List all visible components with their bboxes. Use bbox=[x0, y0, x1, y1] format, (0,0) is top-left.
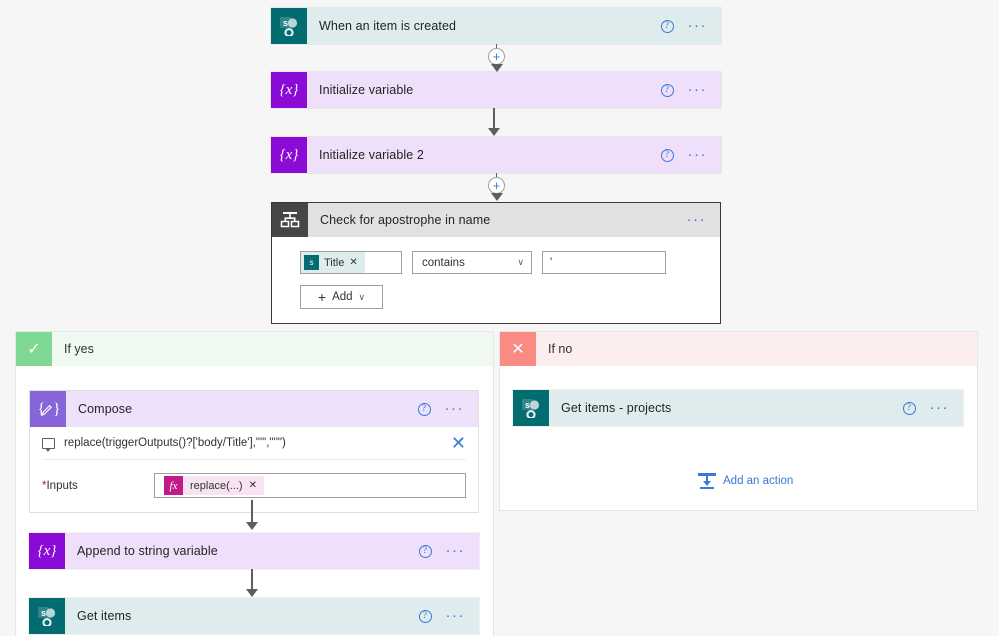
branch-header-if-no: ✕ If no bbox=[500, 332, 977, 366]
card-title: Initialize variable 2 bbox=[319, 148, 424, 162]
token-label: Title bbox=[324, 256, 345, 269]
add-action-label: Add an action bbox=[723, 475, 794, 487]
more-options-icon[interactable]: ··· bbox=[445, 401, 465, 416]
help-icon[interactable]: ? bbox=[660, 148, 674, 162]
inputs-field[interactable]: fx replace(...) ✕ bbox=[154, 473, 466, 498]
fx-icon: fx bbox=[164, 476, 183, 495]
remove-token-icon[interactable]: ✕ bbox=[349, 257, 357, 268]
token-label: replace(...) bbox=[190, 479, 243, 492]
card-title: Append to string variable bbox=[77, 544, 218, 558]
card-actions: ? ··· bbox=[418, 533, 480, 569]
sharepoint-icon: s bbox=[304, 255, 319, 270]
condition-value-text: ' bbox=[550, 256, 553, 269]
more-options-icon[interactable]: ··· bbox=[688, 82, 708, 97]
sharepoint-icon: s bbox=[513, 390, 549, 426]
variable-icon: {x} bbox=[271, 137, 307, 173]
chevron-down-icon: ∨ bbox=[358, 291, 366, 302]
operator-value: contains bbox=[422, 256, 465, 269]
inputs-label-text: Inputs bbox=[46, 479, 78, 492]
card-actions: ? ··· bbox=[660, 8, 722, 44]
formula-preview-row: replace(triggerOutputs()?['body/Title'],… bbox=[42, 427, 466, 460]
add-button-label: Add bbox=[332, 291, 353, 303]
connector-trigger-to-init-variable: + bbox=[488, 44, 505, 72]
card-title: Get items bbox=[77, 609, 132, 623]
condition-value-input[interactable]: ' bbox=[542, 251, 666, 274]
card-title: When an item is created bbox=[319, 19, 457, 33]
svg-text:s: s bbox=[525, 400, 530, 410]
dynamic-content-token[interactable]: s Title ✕ bbox=[301, 252, 365, 273]
connector-init-variable-to-init-variable-2 bbox=[488, 108, 500, 136]
flow-card-trigger[interactable]: s When an item is created ? ··· bbox=[271, 8, 721, 44]
flow-card-append-to-string-variable[interactable]: {x} Append to string variable ? ··· bbox=[29, 533, 479, 569]
more-options-icon[interactable]: ··· bbox=[688, 147, 708, 162]
condition-header[interactable]: Check for apostrophe in name ··· bbox=[272, 203, 720, 237]
card-actions: ? ··· bbox=[902, 390, 964, 426]
inputs-row: *Inputs fx replace(...) ✕ bbox=[42, 473, 466, 498]
more-options-icon[interactable]: ··· bbox=[930, 400, 950, 415]
sharepoint-icon: s bbox=[29, 598, 65, 634]
close-icon: ✕ bbox=[500, 332, 536, 366]
condition-row: s Title ✕ contains ∨ ' bbox=[300, 251, 720, 274]
card-actions: ? ··· bbox=[418, 598, 480, 634]
help-icon[interactable]: ? bbox=[660, 83, 674, 97]
insert-step-button[interactable]: + bbox=[488, 177, 505, 194]
add-an-action-button[interactable]: Add an action bbox=[698, 473, 793, 489]
help-icon[interactable]: ? bbox=[418, 609, 432, 623]
svg-text:{: { bbox=[38, 401, 46, 418]
sharepoint-icon: s bbox=[271, 8, 307, 44]
flow-card-get-items-projects[interactable]: s Get items - projects ? ··· bbox=[513, 390, 963, 426]
compose-header[interactable]: { } Compose ? ··· bbox=[30, 391, 478, 427]
plus-icon: + bbox=[317, 289, 327, 305]
help-icon[interactable]: ? bbox=[417, 402, 431, 416]
card-title: Initialize variable bbox=[319, 83, 414, 97]
close-icon[interactable]: ✕ bbox=[451, 434, 466, 452]
svg-text:s: s bbox=[41, 608, 46, 618]
more-options-icon[interactable]: ··· bbox=[446, 608, 466, 623]
flow-card-initialize-variable[interactable]: {x} Initialize variable ? ··· bbox=[271, 72, 721, 108]
connector-init-variable-2-to-condition: + bbox=[488, 173, 505, 201]
flow-card-get-items[interactable]: s Get items ? ··· bbox=[29, 598, 479, 634]
formula-text: replace(triggerOutputs()?['body/Title'],… bbox=[64, 437, 286, 449]
branch-header-if-yes: ✓ If yes bbox=[16, 332, 493, 366]
more-options-icon[interactable]: ··· bbox=[688, 18, 708, 33]
connector-compose-to-append bbox=[246, 500, 258, 530]
chevron-down-icon: ∨ bbox=[517, 257, 524, 267]
tooltip-icon bbox=[42, 437, 55, 452]
card-actions: ··· bbox=[687, 203, 721, 237]
insert-step-button[interactable]: + bbox=[488, 48, 505, 65]
add-condition-button[interactable]: + Add ∨ bbox=[300, 285, 383, 309]
expression-token[interactable]: fx replace(...) ✕ bbox=[164, 476, 264, 495]
card-title: Compose bbox=[78, 402, 133, 416]
more-options-icon[interactable]: ··· bbox=[687, 212, 707, 227]
remove-token-icon[interactable]: ✕ bbox=[249, 480, 264, 491]
card-actions: ? ··· bbox=[660, 137, 722, 173]
svg-text:}: } bbox=[53, 401, 59, 418]
condition-icon bbox=[272, 203, 308, 237]
help-icon[interactable]: ? bbox=[660, 19, 674, 33]
variable-icon: {x} bbox=[271, 72, 307, 108]
flow-card-compose[interactable]: { } Compose ? ··· replace(triggerOutputs… bbox=[29, 390, 479, 513]
card-actions: ? ··· bbox=[417, 391, 479, 427]
help-icon[interactable]: ? bbox=[902, 401, 916, 415]
more-options-icon[interactable]: ··· bbox=[446, 543, 466, 558]
card-actions: ? ··· bbox=[660, 72, 722, 108]
inputs-label: *Inputs bbox=[42, 480, 154, 492]
condition-operand-field[interactable]: s Title ✕ bbox=[300, 251, 402, 274]
connector-append-to-get-items bbox=[246, 569, 258, 597]
checkmark-icon: ✓ bbox=[16, 332, 52, 366]
branch-label: If no bbox=[548, 342, 573, 356]
branch-label: If yes bbox=[64, 342, 94, 356]
compose-icon: { } bbox=[30, 391, 66, 427]
condition-body: s Title ✕ contains ∨ ' + Add ∨ bbox=[272, 237, 720, 323]
condition-card[interactable]: Check for apostrophe in name ··· s Title… bbox=[271, 202, 721, 324]
card-title: Check for apostrophe in name bbox=[320, 213, 491, 227]
flow-card-initialize-variable-2[interactable]: {x} Initialize variable 2 ? ··· bbox=[271, 137, 721, 173]
condition-operator-select[interactable]: contains ∨ bbox=[412, 251, 532, 274]
help-icon[interactable]: ? bbox=[418, 544, 432, 558]
variable-icon: {x} bbox=[29, 533, 65, 569]
svg-text:s: s bbox=[283, 18, 288, 28]
add-action-icon bbox=[698, 473, 716, 489]
card-title: Get items - projects bbox=[561, 401, 672, 415]
